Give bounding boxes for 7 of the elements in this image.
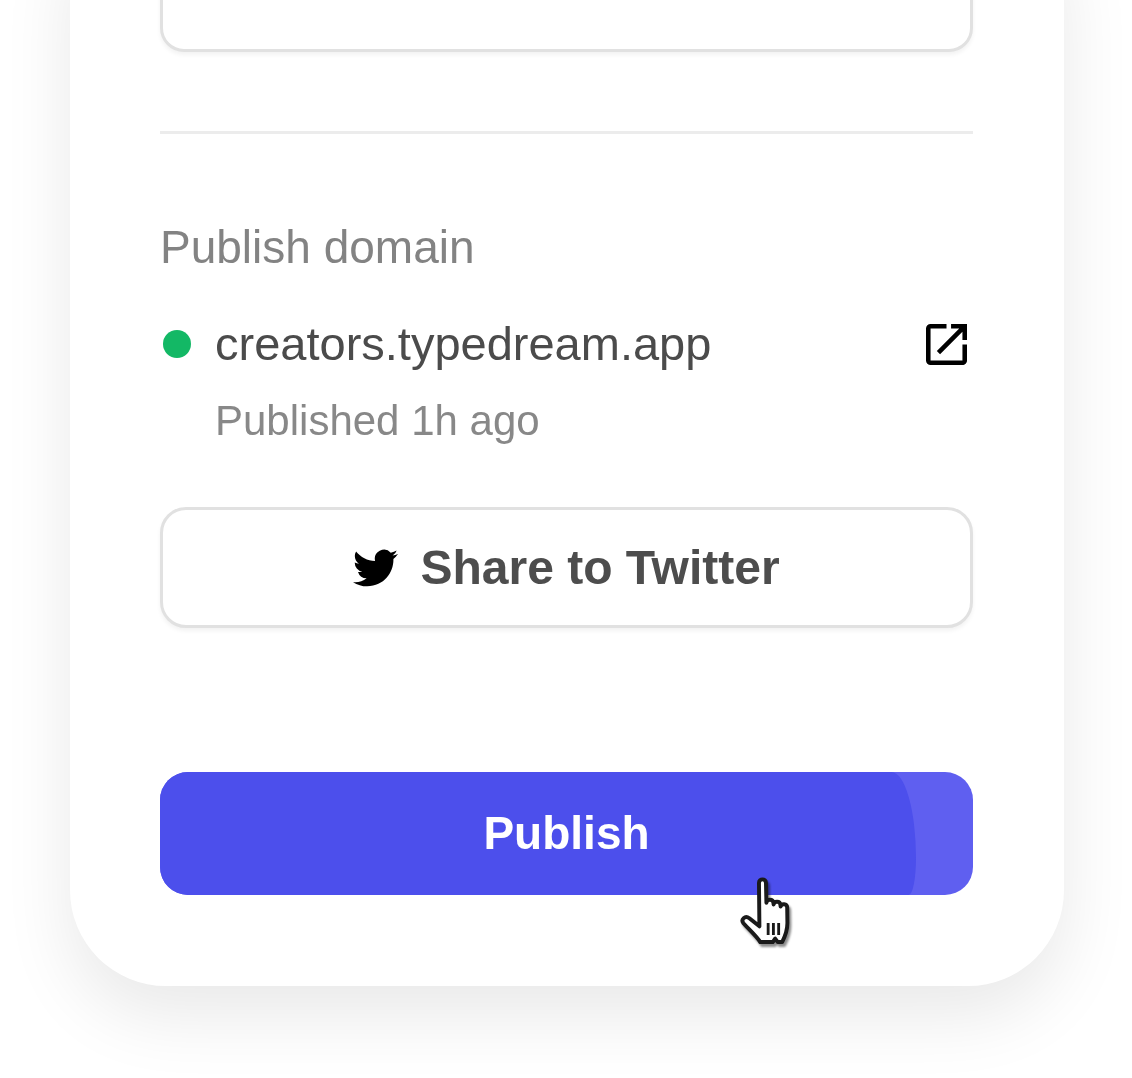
bird-icon xyxy=(353,548,399,587)
publish-button[interactable]: Publish xyxy=(160,772,973,895)
section-title: Publish domain xyxy=(160,220,475,274)
publish-time: Published 1h ago xyxy=(215,397,540,445)
external-link-icon[interactable] xyxy=(926,323,967,365)
domain-url: creators.typedream.app xyxy=(215,318,712,370)
share-to-twitter-button[interactable]: Share to Twitter xyxy=(160,507,973,628)
